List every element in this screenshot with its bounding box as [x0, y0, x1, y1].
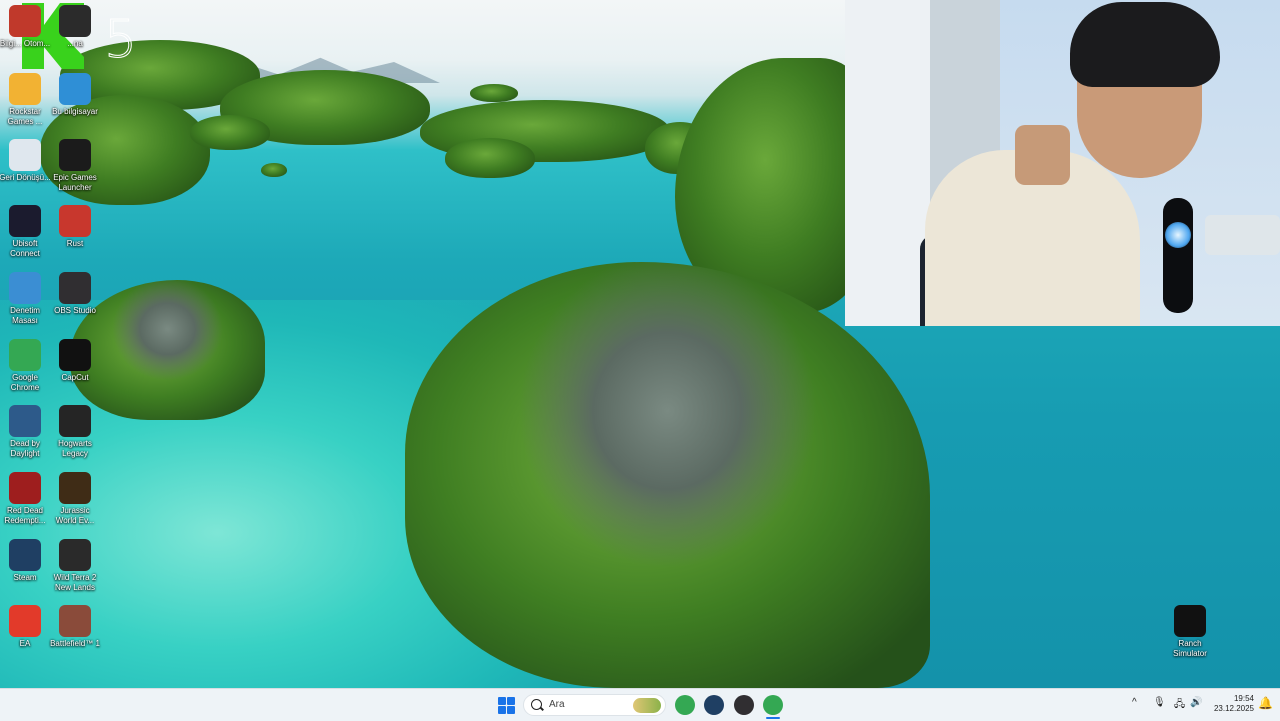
ranch-simulator-icon	[1174, 605, 1206, 637]
desktop-icon-chrome[interactable]: Google Chrome	[0, 339, 51, 392]
desktop-icon-label: Jurassic World Ev...	[55, 506, 95, 525]
desktop-icon-bilgisayar-otom[interactable]: Bilgi... Otom...	[0, 5, 51, 49]
taskbar-clock[interactable]: 19:54 23.12.2025	[1208, 694, 1254, 714]
tray-overflow-chevron-icon[interactable]: ^	[1132, 697, 1137, 708]
active-app-indicator	[766, 717, 780, 719]
desktop-icon-obs[interactable]: OBS Studio	[49, 272, 101, 316]
desktop-icon-hogwarts[interactable]: Hogwarts Legacy	[49, 405, 101, 458]
desktop-icon-label: Epic Games Launcher	[53, 173, 97, 192]
desktop-icon-rockstar[interactable]: Rockstar Games ...	[0, 73, 51, 126]
chrome-icon	[9, 339, 41, 371]
taskbar-chrome-active-button[interactable]	[763, 695, 783, 715]
epic-games-icon	[59, 139, 91, 171]
desktop-icon-battlefield[interactable]: Battlefield™ 1	[49, 605, 101, 649]
desktop-icon-label: Rust	[66, 239, 84, 248]
clock-time: 19:54	[1233, 694, 1254, 703]
desktop-icon-label: Ubisoft Connect	[10, 239, 40, 258]
jurassic-icon	[59, 472, 91, 504]
desktop-icon-capcut[interactable]: CapCut	[49, 339, 101, 383]
desktop-icon-rdr[interactable]: Red Dead Redempti...	[0, 472, 51, 525]
rdr-icon	[9, 472, 41, 504]
desktop-icon-label: Battlefield™ 1	[50, 639, 100, 648]
desktop-icon-bu-bilgisayar[interactable]: Bu bilgisayar	[49, 73, 101, 117]
wild-terra-icon	[59, 539, 91, 571]
desktop-icon-label: Rockstar Games ...	[7, 107, 43, 126]
taskbar-chrome-button[interactable]	[675, 695, 695, 715]
clock-date: 23.12.2025	[1213, 704, 1254, 713]
recycle-bin-icon	[9, 139, 41, 171]
desktop-icon-label: Bu bilgisayar	[52, 107, 98, 116]
desktop-icon-label: Red Dead Redempti...	[4, 506, 46, 525]
ea-icon	[9, 605, 41, 637]
island-middle	[190, 115, 270, 150]
desktop-icon-label: Ranch Simulator	[1173, 639, 1207, 658]
desktop-icon-epic[interactable]: Epic Games Launcher	[49, 139, 101, 192]
desktop-icon-label: OBS Studio	[54, 306, 96, 315]
control-panel-icon	[9, 272, 41, 304]
obs-icon	[59, 272, 91, 304]
notification-bell-icon[interactable]: 🔔	[1258, 696, 1273, 710]
tray-microphone-icon[interactable]: 🎙	[1153, 697, 1166, 708]
tray-network-icon[interactable]: 🖧	[1174, 697, 1185, 714]
windows-logo-icon	[507, 706, 515, 714]
windows-logo-icon	[507, 697, 515, 705]
desktop-icon-label: Wild Terra 2 New Lands	[53, 573, 97, 592]
start-button[interactable]	[498, 697, 515, 714]
app-red-icon	[9, 5, 41, 37]
taskbar-search-box[interactable]: Ara	[523, 694, 666, 716]
desktop-icon-ubisoft[interactable]: Ubisoft Connect	[0, 205, 51, 258]
webcam-person-hair	[1070, 2, 1220, 87]
island-islet	[261, 163, 287, 177]
desktop-icon-label: Dead by Daylight	[10, 439, 40, 458]
tray-volume-icon[interactable]: 🔊	[1190, 697, 1202, 708]
desktop-icon-jurassic[interactable]: Jurassic World Ev...	[49, 472, 101, 525]
desktop-icon-label: ...na	[67, 39, 83, 48]
desktop-icon-geri-donusum[interactable]: Geri Dönüşü...	[0, 139, 51, 183]
desktop-icon-denetim[interactable]: Denetim Masası	[0, 272, 51, 325]
desktop-icon-label: EA	[19, 639, 31, 648]
island-small-center	[445, 138, 535, 178]
desktop-icon-wildterra[interactable]: Wild Terra 2 New Lands	[49, 539, 101, 592]
microphone-icon	[1163, 198, 1193, 313]
desktop-icon-label: Steam	[13, 573, 37, 582]
desktop-icon-steam[interactable]: Steam	[0, 539, 51, 583]
ubisoft-icon	[9, 205, 41, 237]
search-placeholder: Ara	[549, 699, 565, 710]
desktop-icon-label: Geri Dönüşü...	[0, 173, 51, 182]
desktop-icon-label: Denetim Masası	[10, 306, 40, 325]
desktop-icon-hesap[interactable]: ...na	[49, 5, 101, 49]
webcam-person-neck	[1015, 125, 1070, 185]
search-icon	[531, 699, 542, 710]
corner-number: 5	[103, 10, 138, 71]
taskbar: Ara ^ 🎙 🖧 🔊 19:54 23.12.2025 🔔	[0, 688, 1280, 721]
windows-logo-icon	[498, 697, 506, 705]
rockstar-icon	[9, 73, 41, 105]
rust-icon	[59, 205, 91, 237]
battlefield-icon	[59, 605, 91, 637]
desktop-icon-rust[interactable]: Rust	[49, 205, 101, 249]
dbd-icon	[9, 405, 41, 437]
search-highlight-icon	[633, 698, 661, 713]
desktop-icon-ranch[interactable]: Ranch Simulator	[1164, 605, 1216, 658]
webcam-overlay	[845, 0, 1280, 326]
taskbar-steam-button[interactable]	[704, 695, 724, 715]
hogwarts-icon	[59, 405, 91, 437]
desktop-icon-ea[interactable]: EA	[0, 605, 51, 649]
taskbar-obs-button[interactable]	[734, 695, 754, 715]
capcut-icon	[59, 339, 91, 371]
windows-logo-icon	[498, 706, 506, 714]
steam-icon	[9, 539, 41, 571]
desktop-icon-dbd[interactable]: Dead by Daylight	[0, 405, 51, 458]
desktop-icon-label: Bilgi... Otom...	[0, 39, 51, 48]
desktop-icon-label: Hogwarts Legacy	[58, 439, 92, 458]
webcam-door	[845, 0, 932, 326]
microphone-light	[1165, 222, 1191, 248]
island-islet-far	[470, 84, 518, 102]
webcam-desk-item	[1205, 215, 1280, 255]
app-dark-icon	[59, 5, 91, 37]
desktop-icon-label: Google Chrome	[10, 373, 40, 392]
desktop-icon-label: CapCut	[61, 373, 89, 382]
monitor-icon	[59, 73, 91, 105]
